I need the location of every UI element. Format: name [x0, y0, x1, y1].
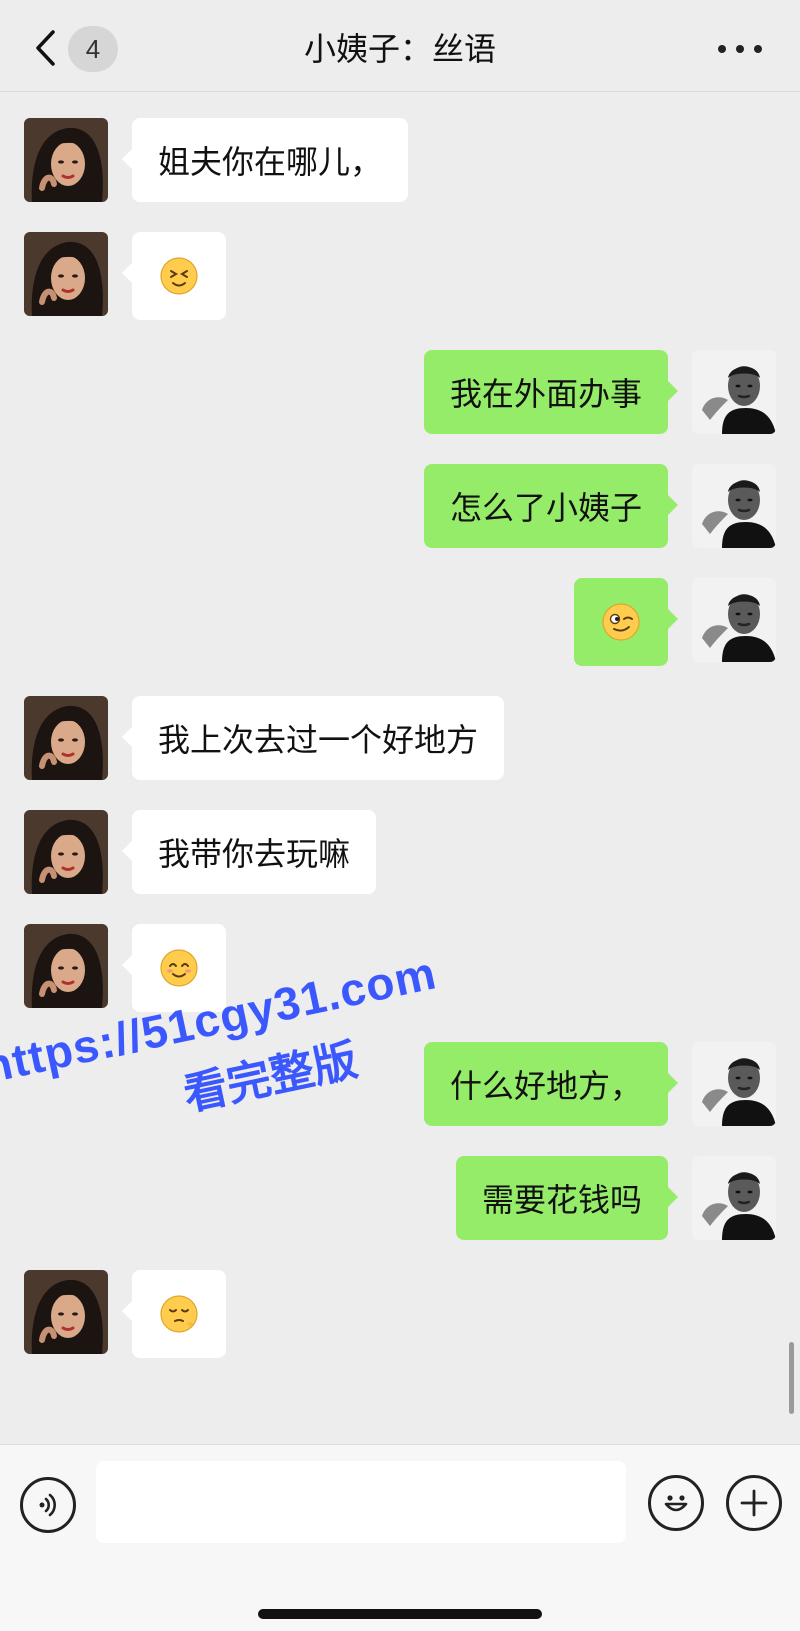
emoji-button[interactable] [648, 1475, 704, 1531]
message-bubble[interactable]: 怎么了小姨子 [423, 464, 679, 548]
message-input[interactable] [96, 1461, 626, 1543]
outgoing-message [0, 578, 800, 666]
outgoing-message: 什么好地方， [0, 1042, 800, 1126]
chat-title: 小姨子：丝语 [303, 30, 496, 68]
contact-avatar-image [24, 924, 108, 1008]
emoji-message-bubble[interactable] [574, 578, 678, 666]
smirk-emoji [160, 1295, 198, 1333]
blush-smile-emoji [160, 949, 198, 987]
contact-avatar-image [24, 1270, 108, 1354]
message-bubble[interactable]: 需要花钱吗 [455, 1156, 679, 1240]
incoming-message [0, 1270, 800, 1358]
outgoing-message: 怎么了小姨子 [0, 464, 800, 548]
message-bubble[interactable]: 我上次去过一个好地方 [121, 696, 505, 780]
emoji-message-bubble[interactable] [122, 924, 226, 1012]
incoming-message: 我带你去玩嘛 [0, 810, 800, 894]
user-avatar[interactable] [692, 578, 776, 662]
sly-smile-emoji [602, 603, 640, 641]
incoming-message: 姐夫你在哪儿， [0, 118, 800, 202]
contact-avatar[interactable] [24, 118, 108, 202]
contact-avatar-image [24, 696, 108, 780]
chat-header: 4 小姨子：丝语 [0, 0, 800, 92]
contact-avatar[interactable] [24, 810, 108, 894]
user-avatar-image [692, 1156, 776, 1240]
message-text: 姐夫你在哪儿， [158, 143, 383, 181]
smiley-icon [664, 1495, 688, 1512]
scrollbar[interactable] [789, 1342, 794, 1414]
contact-avatar-image [24, 118, 108, 202]
plus-icon [740, 1489, 768, 1517]
outgoing-message: 需要花钱吗 [0, 1156, 800, 1240]
incoming-message [0, 232, 800, 320]
message-text: 需要花钱吗 [481, 1181, 642, 1219]
dot-icon [736, 45, 744, 53]
voice-icon [39, 1493, 56, 1517]
emoji-message-bubble[interactable] [122, 1270, 226, 1358]
message-text: 我上次去过一个好地方 [158, 721, 479, 759]
contact-avatar[interactable] [24, 924, 108, 1008]
user-avatar[interactable] [692, 350, 776, 434]
contact-avatar-image [24, 232, 108, 316]
message-text: 我在外面办事 [449, 375, 642, 413]
message-text: 我带你去玩嘛 [158, 835, 351, 873]
user-avatar-image [692, 1042, 776, 1126]
user-avatar-image [692, 350, 776, 434]
emoji-message-bubble[interactable] [122, 232, 226, 320]
user-avatar[interactable] [692, 464, 776, 548]
input-bar [0, 1444, 800, 1631]
outgoing-message: 我在外面办事 [0, 350, 800, 434]
incoming-message: 我上次去过一个好地方 [0, 696, 800, 780]
contact-avatar[interactable] [24, 1270, 108, 1354]
message-text: 怎么了小姨子 [449, 489, 642, 527]
home-indicator[interactable] [258, 1609, 542, 1619]
message-bubble[interactable]: 我在外面办事 [423, 350, 679, 434]
voice-input-button[interactable] [20, 1477, 76, 1533]
user-avatar[interactable] [692, 1042, 776, 1126]
message-bubble[interactable]: 什么好地方， [423, 1042, 679, 1126]
incoming-message [0, 924, 800, 1012]
message-text: 什么好地方， [449, 1067, 642, 1105]
message-bubble[interactable]: 姐夫你在哪儿， [121, 118, 409, 202]
dot-icon [718, 45, 726, 53]
contact-avatar-image [24, 810, 108, 894]
message-list[interactable]: 姐夫你在哪儿， 我在外面办事 怎么了小姨子我上次去过一个好地方 我带你去玩嘛什么好地方… [0, 92, 800, 1444]
user-avatar[interactable] [692, 1156, 776, 1240]
message-bubble[interactable]: 我带你去玩嘛 [121, 810, 377, 894]
more-functions-button[interactable] [726, 1475, 782, 1531]
more-options-button[interactable] [718, 34, 762, 64]
user-avatar-image [692, 578, 776, 662]
user-avatar-image [692, 464, 776, 548]
contact-avatar[interactable] [24, 696, 108, 780]
tired-smile-emoji [160, 257, 198, 295]
contact-avatar[interactable] [24, 232, 108, 316]
dot-icon [754, 45, 762, 53]
